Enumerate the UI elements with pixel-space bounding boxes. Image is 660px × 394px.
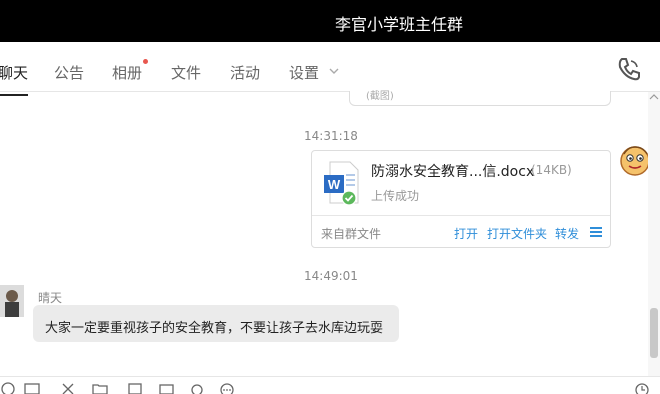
file-size: (14KB) [531,163,572,177]
scrollbar-thumb[interactable] [650,308,658,358]
word-file-icon: W [324,161,359,205]
input-toolbar [0,376,660,394]
previous-card-text: (截图) [366,91,394,102]
window-title: 李官小学班主任群 [335,15,464,34]
unread-dot [143,59,148,64]
tab-bar: 聊天 公告 相册 文件 活动 设置 [0,42,660,96]
file-card-divider [312,215,610,216]
tab-files[interactable]: 文件 [171,62,201,83]
tab-announcement[interactable]: 公告 [54,62,84,83]
image-icon[interactable] [127,381,143,394]
search-icon[interactable] [189,381,205,394]
message-bubble[interactable]: 大家一定要重视孩子的安全教育，不要让孩子去水库边玩耍 [33,305,399,342]
message-text: 大家一定要重视孩子的安全教育，不要让孩子去水库边玩耍 [45,321,384,336]
file-name[interactable]: 防溺水安全教育...信.docx [371,161,534,181]
screenshot-icon[interactable] [24,381,40,394]
chevron-down-icon[interactable] [328,65,340,77]
forward-link[interactable]: 转发 [555,225,579,242]
avatar[interactable] [0,285,24,317]
folder-icon[interactable] [92,381,108,394]
sender-name: 晴天 [38,291,63,305]
tab-album[interactable]: 相册 [112,62,142,83]
message-timestamp: 14:31:18 [304,129,358,143]
phone-icon[interactable] [616,56,642,82]
file-message-card[interactable]: W 防溺水安全教育...信.docx (14KB) 上传成功 来自群文件 打开 … [311,150,611,248]
open-folder-link[interactable]: 打开文件夹 [487,225,547,242]
chat-scrollbar[interactable] [648,92,660,376]
menu-icon[interactable] [590,227,602,237]
avatar[interactable] [618,144,652,178]
scroll-up-icon[interactable] [648,92,660,102]
title-bar: 李官小学班主任群 [0,0,660,42]
open-file-link[interactable]: 打开 [454,225,478,242]
svg-text:W: W [328,177,341,192]
file-status: 上传成功 [371,189,420,203]
more-icon[interactable] [219,381,235,394]
tab-settings[interactable]: 设置 [289,62,319,83]
image-icon[interactable] [159,381,175,394]
file-source: 来自群文件 [321,227,382,241]
tab-activity[interactable]: 活动 [230,62,260,83]
message-timestamp: 14:49:01 [304,269,358,283]
emoji-icon[interactable] [0,381,16,394]
previous-message-card[interactable]: (截图) [349,91,611,106]
tab-chat[interactable]: 聊天 [0,62,29,96]
scissors-icon[interactable] [60,381,76,394]
clock-icon[interactable] [634,381,650,394]
